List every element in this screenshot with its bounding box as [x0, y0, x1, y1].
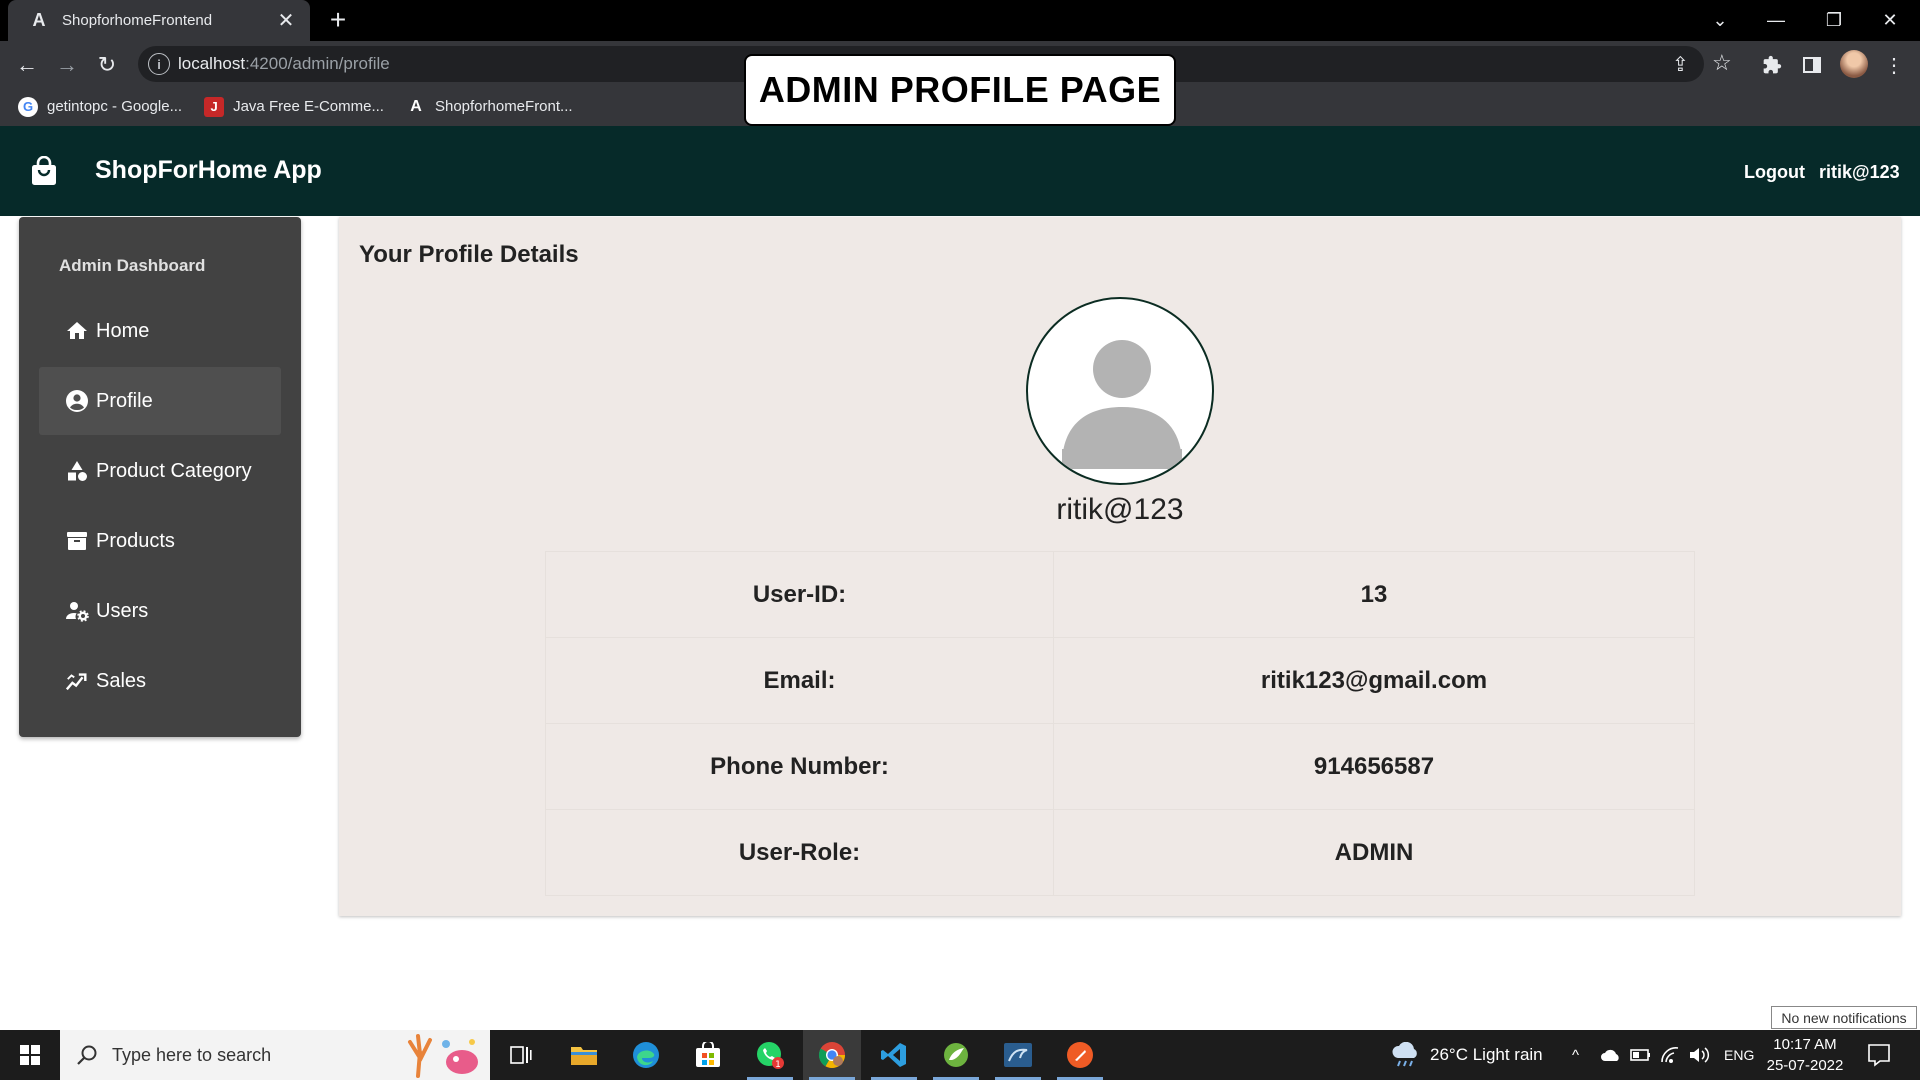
spring-tool-suite-icon[interactable]: [927, 1030, 985, 1080]
reload-icon[interactable]: ↻: [92, 50, 122, 80]
bookmark-item[interactable]: J Java Free E-Comme...: [204, 96, 384, 117]
action-center-icon[interactable]: [1866, 1042, 1892, 1068]
search-placeholder: Type here to search: [112, 1044, 272, 1065]
search-highlight-illustration-icon: [408, 1034, 478, 1078]
angular-icon: A: [410, 97, 422, 115]
windows-taskbar: Type here to search 1 26°C Light rain ^ …: [0, 1030, 1920, 1080]
trending-up-icon: [65, 669, 89, 693]
category-icon: [65, 459, 89, 483]
rain-cloud-icon: [1392, 1042, 1417, 1067]
search-icon: [77, 1045, 97, 1065]
battery-icon[interactable]: [1630, 1030, 1652, 1080]
bookmark-item[interactable]: A ShopforhomeFront...: [406, 97, 572, 117]
table-row: User-Role: ADMIN: [545, 809, 1695, 896]
angular-icon: A: [32, 10, 46, 30]
volume-icon[interactable]: [1688, 1030, 1710, 1080]
role-value: ADMIN: [1053, 809, 1695, 896]
window-close-icon[interactable]: ✕: [1862, 0, 1918, 41]
system-clock[interactable]: 10:17 AM 25-07-2022: [1766, 1034, 1844, 1076]
profile-username: ritik@123: [1056, 493, 1184, 526]
close-icon[interactable]: ✕: [274, 8, 298, 33]
tab-search-chevron-icon[interactable]: ⌄: [1692, 0, 1748, 41]
file-explorer-icon[interactable]: [555, 1030, 613, 1080]
shopping-bag-icon: [32, 156, 56, 185]
email-label: Email:: [545, 637, 1054, 724]
sidebar-item-profile[interactable]: Profile: [39, 367, 281, 435]
input-language[interactable]: ENG: [1724, 1030, 1754, 1080]
tray-chevron-up-icon[interactable]: ^: [1572, 1030, 1579, 1080]
sidebar-item-products[interactable]: Products: [39, 507, 281, 575]
browser-tab[interactable]: A ShopforhomeFrontend ✕: [8, 0, 310, 41]
sidebar-item-product-category[interactable]: Product Category: [39, 437, 281, 505]
current-user-link[interactable]: ritik@123: [1819, 162, 1900, 183]
notification-tooltip: No new notifications: [1771, 1006, 1917, 1029]
windows-start-icon[interactable]: [0, 1030, 60, 1080]
manage-accounts-icon: [65, 599, 89, 623]
page-caption-overlay: ADMIN PROFILE PAGE: [744, 54, 1176, 126]
onedrive-icon[interactable]: [1600, 1030, 1622, 1080]
browser-tabstrip: A ShopforhomeFrontend ✕ + ⌄ — ❐ ✕: [0, 0, 1920, 41]
weather-text: 26°C Light rain: [1430, 1045, 1543, 1064]
restore-icon[interactable]: ❐: [1806, 0, 1862, 41]
page-title: Your Profile Details: [359, 241, 579, 268]
bookmark-item[interactable]: G getintopc - Google...: [18, 96, 182, 117]
table-row: Email: ritik123@gmail.com: [545, 637, 1695, 724]
table-row: Phone Number: 914656587: [545, 723, 1695, 810]
google-icon: G: [18, 96, 38, 117]
sidebar-item-sales[interactable]: Sales: [39, 647, 281, 715]
share-icon[interactable]: ⇪: [1672, 52, 1689, 77]
email-value: ritik123@gmail.com: [1053, 637, 1695, 724]
person-icon: [1062, 340, 1182, 469]
java-icon: J: [204, 96, 225, 117]
profile-avatar-icon[interactable]: [1840, 50, 1868, 78]
profile-details-table: User-ID: 13 Email: ritik123@gmail.com Ph…: [545, 551, 1695, 896]
microsoft-store-icon[interactable]: [679, 1030, 737, 1080]
bookmark-star-icon[interactable]: ☆: [1712, 50, 1732, 76]
admin-sidebar: Admin Dashboard Home Profile Product Cat…: [19, 217, 301, 737]
app-header: ShopForHome App Logout ritik@123: [0, 126, 1920, 216]
vscode-icon[interactable]: [865, 1030, 923, 1080]
task-view-icon[interactable]: [492, 1030, 550, 1080]
account-circle-icon: [65, 389, 89, 413]
site-info-icon[interactable]: i: [148, 53, 170, 75]
user-id-label: User-ID:: [545, 551, 1054, 638]
table-row: User-ID: 13: [545, 551, 1695, 638]
whatsapp-icon[interactable]: 1: [741, 1030, 799, 1080]
phone-label: Phone Number:: [545, 723, 1054, 810]
forward-arrow-icon[interactable]: →: [52, 50, 82, 80]
chrome-icon[interactable]: [803, 1030, 861, 1080]
sidebar-item-home[interactable]: Home: [39, 297, 281, 365]
taskbar-search-box[interactable]: Type here to search: [60, 1030, 490, 1080]
url-text[interactable]: localhost:4200/admin/profile: [178, 54, 390, 74]
new-tab-button[interactable]: +: [322, 4, 354, 36]
mysql-workbench-icon[interactable]: [989, 1030, 1047, 1080]
tab-title: ShopforhomeFrontend: [62, 12, 213, 29]
edge-browser-icon[interactable]: [617, 1030, 675, 1080]
logout-link[interactable]: Logout: [1744, 162, 1805, 183]
home-icon: [65, 319, 89, 343]
weather-widget[interactable]: 26°C Light rain: [1390, 1030, 1543, 1080]
postman-icon[interactable]: [1051, 1030, 1109, 1080]
role-label: User-Role:: [545, 809, 1054, 896]
brand-title[interactable]: ShopForHome App: [95, 156, 322, 185]
sidebar-heading: Admin Dashboard: [59, 256, 206, 275]
wifi-icon[interactable]: [1660, 1030, 1680, 1080]
kebab-menu-icon[interactable]: ⋮: [1880, 51, 1908, 79]
avatar: [1026, 297, 1214, 485]
extensions-icon[interactable]: [1758, 51, 1786, 79]
minimize-icon[interactable]: —: [1748, 0, 1804, 41]
side-panel-icon[interactable]: [1798, 51, 1826, 79]
user-id-value: 13: [1053, 551, 1695, 638]
profile-card: Your Profile Details ritik@123 User-ID: …: [339, 217, 1901, 916]
sidebar-item-users[interactable]: Users: [39, 577, 281, 645]
svg-text:1: 1: [775, 1060, 781, 1070]
back-arrow-icon[interactable]: ←: [12, 50, 42, 80]
phone-value: 914656587: [1053, 723, 1695, 810]
inventory-icon: [65, 529, 89, 553]
